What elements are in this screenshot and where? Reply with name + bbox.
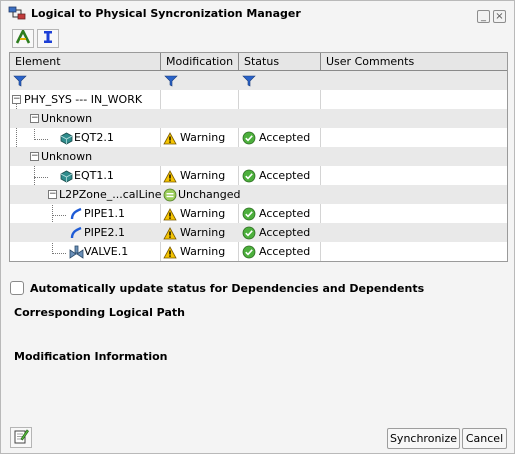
status-cell: Accepted	[242, 223, 310, 242]
toolbar-filter-button[interactable]	[37, 29, 59, 48]
modification-cell: Warning	[163, 242, 225, 261]
modification-cell: Warning	[163, 223, 225, 242]
accepted-icon	[242, 131, 256, 145]
status-cell: Accepted	[242, 128, 310, 147]
table-row[interactable]: EQT1.1 Warning Accepted	[10, 166, 507, 185]
column-header-status[interactable]: Status	[239, 53, 321, 71]
table-row[interactable]: − Unknown	[10, 109, 507, 128]
pipe-icon	[70, 204, 83, 223]
element-name: L2PZone_...calLine 1	[59, 188, 173, 201]
accepted-icon	[242, 226, 256, 240]
valve-icon	[69, 242, 84, 261]
filter-icon-status[interactable]	[242, 71, 256, 90]
collapse-toggle[interactable]: −	[30, 152, 39, 161]
element-name: Unknown	[41, 112, 93, 125]
accepted-icon	[242, 245, 256, 259]
column-header-modification[interactable]: Modification	[161, 53, 239, 71]
table-row[interactable]: − PHY_SYS --- IN_WORK	[10, 90, 507, 109]
table-row[interactable]: − L2PZone_...calLine 1 Unchanged	[10, 185, 507, 204]
column-header-element[interactable]: Element	[10, 53, 161, 71]
title-bar: Logical to Physical Syncronization Manag…	[1, 1, 514, 25]
accepted-icon	[242, 207, 256, 221]
warning-icon	[163, 226, 177, 239]
accepted-icon	[242, 169, 256, 183]
status-cell: Accepted	[242, 242, 310, 261]
table-row[interactable]: VALVE.1 Warning Accepted	[10, 242, 507, 261]
element-name: PHY_SYS --- IN_WORK	[24, 93, 143, 106]
element-name: EQT2.1	[74, 131, 114, 144]
auto-update-label[interactable]: Automatically update status for Dependen…	[30, 282, 424, 295]
filter-icon-element[interactable]	[13, 71, 27, 90]
warning-icon	[163, 131, 177, 144]
collapse-toggle[interactable]: −	[48, 190, 57, 199]
table-row[interactable]: − Unknown	[10, 147, 507, 166]
close-button[interactable]: ×	[493, 10, 506, 23]
collapse-toggle[interactable]: −	[30, 114, 39, 123]
element-name: PIPE2.1	[84, 226, 125, 239]
element-name: VALVE.1	[84, 245, 129, 258]
modification-cell: Unchanged	[163, 185, 241, 204]
filter-icon-modification[interactable]	[164, 71, 178, 90]
status-cell: Accepted	[242, 166, 310, 185]
table-row[interactable]: EQT2.1 Warning Accepted	[10, 128, 507, 147]
warning-icon	[163, 245, 177, 258]
unchanged-icon	[163, 188, 177, 202]
equipment-icon	[60, 166, 73, 185]
edit-comment-button[interactable]	[10, 427, 32, 448]
window-title: Logical to Physical Syncronization Manag…	[31, 7, 301, 20]
minimize-button[interactable]: _	[477, 10, 490, 23]
toolbar-sort-button[interactable]	[12, 28, 34, 48]
cancel-button[interactable]: Cancel	[462, 428, 507, 449]
equipment-icon	[60, 128, 73, 147]
logical-path-label: Corresponding Logical Path	[14, 306, 185, 319]
status-cell: Accepted	[242, 204, 310, 223]
collapse-toggle[interactable]: −	[12, 95, 21, 104]
filter-blue-icon	[41, 30, 55, 47]
element-name: EQT1.1	[74, 169, 114, 182]
table-row[interactable]: PIPE1.1 Warning Accepted	[10, 204, 507, 223]
table-row[interactable]: PIPE2.1 Warning Accepted	[10, 223, 507, 242]
sync-table: Element Modification Status User Comment…	[9, 52, 508, 262]
element-name: Unknown	[41, 150, 93, 163]
column-header-user-comments[interactable]: User Comments	[321, 53, 507, 71]
modification-cell: Warning	[163, 204, 225, 223]
sync-manager-window: Logical to Physical Syncronization Manag…	[0, 0, 515, 454]
app-icon	[8, 6, 26, 21]
modification-cell: Warning	[163, 166, 225, 185]
sort-a-icon	[15, 28, 31, 47]
auto-update-checkbox[interactable]	[10, 281, 24, 295]
warning-icon	[163, 169, 177, 182]
modification-cell: Warning	[163, 128, 225, 147]
pipe-icon	[70, 223, 83, 242]
filter-row	[10, 71, 507, 90]
element-name: PIPE1.1	[84, 207, 125, 220]
modification-info-label: Modification Information	[14, 350, 168, 363]
edit-note-icon	[13, 428, 30, 447]
warning-icon	[163, 207, 177, 220]
synchronize-button[interactable]: Synchronize	[387, 428, 460, 449]
